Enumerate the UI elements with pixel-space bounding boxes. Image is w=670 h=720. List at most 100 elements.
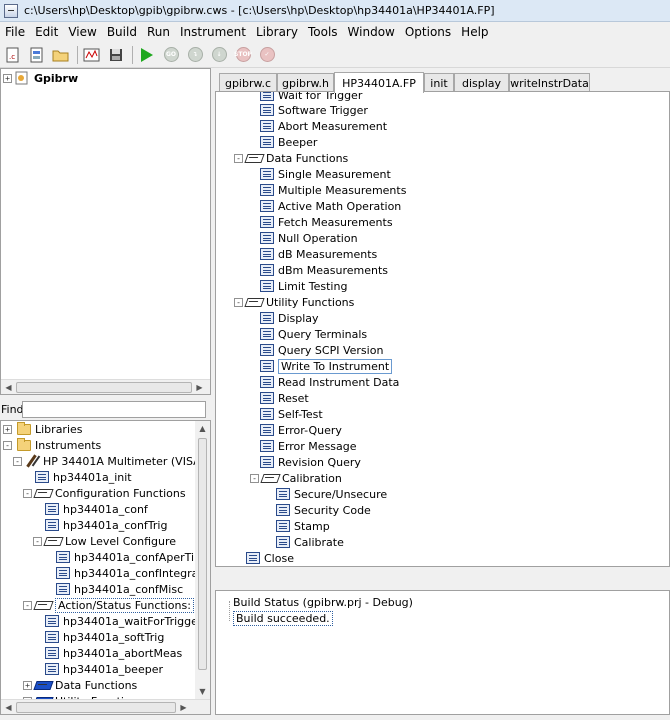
find-input[interactable] xyxy=(22,400,206,418)
tree-action-group[interactable]: - Action/Status Functions: xyxy=(23,597,194,613)
fp-item[interactable]: Security Code xyxy=(276,502,371,518)
fp-item[interactable]: Reset xyxy=(260,390,309,406)
tree-driver[interactable]: - HP 34401A Multimeter (VISA I/O) xyxy=(13,453,210,469)
fp-utility-group[interactable]: - Utility Functions xyxy=(234,294,354,310)
tree-low-level-group[interactable]: - Low Level Configure xyxy=(33,533,176,549)
collapse-icon[interactable]: - xyxy=(234,297,243,307)
tree-function[interactable]: hp34401a_abortMeas xyxy=(45,645,182,661)
collapse-icon[interactable]: - xyxy=(23,488,32,498)
fp-item[interactable]: dBm Measurements xyxy=(260,262,388,278)
fp-item[interactable]: Revision Query xyxy=(260,454,361,470)
menu-view[interactable]: View xyxy=(63,25,101,39)
tree-function[interactable]: hp34401a_init xyxy=(35,469,132,485)
go-button[interactable]: GO xyxy=(160,44,182,66)
fp-item[interactable]: Self-Test xyxy=(260,406,323,422)
build-result[interactable]: Build succeeded. xyxy=(233,610,333,626)
menu-window[interactable]: Window xyxy=(343,25,400,39)
menu-instrument[interactable]: Instrument xyxy=(175,25,251,39)
collapse-icon[interactable]: - xyxy=(13,456,22,466)
collapse-icon[interactable]: - xyxy=(250,473,259,483)
step-over-button[interactable]: ↴ xyxy=(184,44,206,66)
tree-libraries[interactable]: + Libraries xyxy=(3,421,83,437)
fp-item[interactable]: Software Trigger xyxy=(260,102,368,118)
scroll-left-icon[interactable]: ◀ xyxy=(1,380,16,395)
collapse-icon[interactable]: - xyxy=(3,440,12,450)
expand-icon[interactable]: + xyxy=(23,680,32,690)
fp-item-selected[interactable]: Write To Instrument xyxy=(260,358,393,374)
tree-data-group[interactable]: + Data Functions xyxy=(23,677,137,693)
fp-item[interactable]: Single Measurement xyxy=(260,166,391,182)
fp-item[interactable]: Active Math Operation xyxy=(260,198,401,214)
collapse-icon[interactable]: - xyxy=(23,600,32,610)
fp-item[interactable]: Null Operation xyxy=(260,230,358,246)
tree-function[interactable]: hp34401a_softTrig xyxy=(45,629,164,645)
fp-calibration-group[interactable]: - Calibration xyxy=(250,470,342,486)
scroll-thumb[interactable] xyxy=(16,701,176,713)
menu-run[interactable]: Run xyxy=(142,25,175,39)
tab-writeinstrdata[interactable]: writeInstrData xyxy=(509,73,590,92)
fp-item[interactable]: Beeper xyxy=(260,134,317,150)
collapse-icon[interactable]: - xyxy=(33,536,42,546)
fp-item[interactable]: Error-Query xyxy=(260,422,342,438)
scroll-thumb[interactable] xyxy=(16,381,192,393)
fp-item[interactable]: Close xyxy=(246,550,294,566)
menu-library[interactable]: Library xyxy=(251,25,303,39)
expand-icon[interactable]: + xyxy=(3,73,12,83)
fp-data-group[interactable]: - Data Functions xyxy=(234,150,348,166)
fp-item[interactable]: Stamp xyxy=(276,518,330,534)
fp-item[interactable]: Secure/Unsecure xyxy=(276,486,387,502)
workspace-root[interactable]: + Gpibrw xyxy=(3,70,78,86)
horizontal-scrollbar[interactable]: ◀ ▶ xyxy=(1,699,210,714)
tree-function[interactable]: hp34401a_confAperTime xyxy=(56,549,210,565)
pane-splitter[interactable] xyxy=(215,567,670,590)
scroll-left-icon[interactable]: ◀ xyxy=(1,700,16,715)
new-file-button[interactable]: .c xyxy=(2,44,24,66)
fp-item[interactable]: Query SCPI Version xyxy=(260,342,383,358)
tab-gpibrw-c[interactable]: gpibrw.c xyxy=(219,73,277,92)
fp-item[interactable]: Query Terminals xyxy=(260,326,367,342)
fp-item[interactable]: dB Measurements xyxy=(260,246,377,262)
tree-instruments[interactable]: - Instruments xyxy=(3,437,101,453)
menu-edit[interactable]: Edit xyxy=(30,25,63,39)
tree-config-group[interactable]: - Configuration Functions xyxy=(23,485,186,501)
scroll-up-icon[interactable]: ▲ xyxy=(195,421,210,436)
fp-item[interactable]: Calibrate xyxy=(276,534,344,550)
vertical-scrollbar[interactable]: ▲ ▼ xyxy=(195,421,210,699)
scroll-thumb[interactable] xyxy=(198,438,207,670)
tab-init[interactable]: init xyxy=(424,73,454,92)
fp-item[interactable]: Read Instrument Data xyxy=(260,374,399,390)
fp-item[interactable]: Display xyxy=(260,310,319,326)
fp-item[interactable]: Limit Testing xyxy=(260,278,347,294)
tab-display[interactable]: display xyxy=(454,73,509,92)
tab-hp34401a-fp[interactable]: HP34401A.FP xyxy=(334,72,424,93)
tree-function[interactable]: hp34401a_conf xyxy=(45,501,148,517)
stop-button[interactable]: STOP xyxy=(232,44,254,66)
fp-item[interactable]: Abort Measurement xyxy=(260,118,387,134)
scroll-down-icon[interactable]: ▼ xyxy=(195,684,210,699)
menu-options[interactable]: Options xyxy=(400,25,456,39)
tree-function[interactable]: hp34401a_confTrig xyxy=(45,517,167,533)
menu-file[interactable]: File xyxy=(0,25,30,39)
waveform-button[interactable] xyxy=(81,44,103,66)
tree-function[interactable]: hp34401a_confMisc xyxy=(56,581,183,597)
run-button[interactable] xyxy=(136,44,158,66)
scroll-right-icon[interactable]: ▶ xyxy=(176,700,191,715)
menu-build[interactable]: Build xyxy=(102,25,142,39)
tab-gpibrw-h[interactable]: gpibrw.h xyxy=(277,73,334,92)
step-into-button[interactable]: ↓ xyxy=(208,44,230,66)
expand-icon[interactable]: + xyxy=(3,424,12,434)
fp-item[interactable]: Multiple Measurements xyxy=(260,182,406,198)
horizontal-scrollbar[interactable]: ◀ ▶ xyxy=(1,379,210,394)
save-button[interactable] xyxy=(105,44,127,66)
scroll-right-icon[interactable]: ▶ xyxy=(192,380,207,395)
fp-item[interactable]: Fetch Measurements xyxy=(260,214,393,230)
tree-function[interactable]: hp34401a_waitForTrigger xyxy=(45,613,202,629)
open-folder-button[interactable] xyxy=(50,44,72,66)
new-uir-button[interactable] xyxy=(26,44,48,66)
tree-function[interactable]: hp34401a_confIntegratTime xyxy=(56,565,210,581)
tree-function[interactable]: hp34401a_beeper xyxy=(45,661,163,677)
menu-help[interactable]: Help xyxy=(456,25,493,39)
collapse-icon[interactable]: - xyxy=(234,153,243,163)
fp-item[interactable]: Error Message xyxy=(260,438,357,454)
menu-tools[interactable]: Tools xyxy=(303,25,343,39)
